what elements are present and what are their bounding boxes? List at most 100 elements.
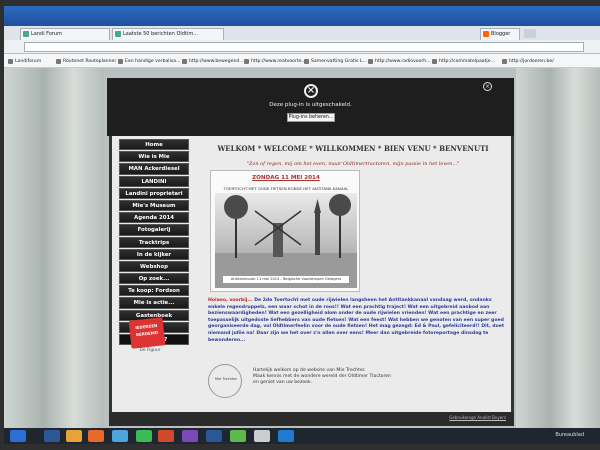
bookmark-item[interactable]: http://jordoeren.be/ (502, 57, 554, 66)
welcome-footer: Hartelijk welkom op de website van Mie T… (253, 368, 493, 386)
menu-item-webshop[interactable]: Webshop (119, 260, 189, 273)
bookmark-item[interactable]: Een handige verbalisa... (118, 57, 180, 66)
bookmark-icon (56, 59, 61, 64)
screen: Landi Forum Laatste 50 berichten Oldtim.… (4, 6, 600, 444)
menu-item-in-de-kijker[interactable]: In de kijker (119, 248, 189, 260)
logo-caption: De Figuur (139, 348, 161, 353)
bookmark-item[interactable]: http://www.radiovoorh... (368, 57, 431, 66)
photo-date: ZONDAG 11 MEI 2014 (252, 175, 320, 181)
wood-background (516, 68, 600, 428)
windows-taskbar: Bureaublad (4, 428, 600, 444)
site-page: WELKOM * WELCOME * WILLKOMMEN * BIEN VEN… (109, 136, 514, 422)
close-icon[interactable]: × (483, 82, 492, 91)
menu-item-tracktrips[interactable]: Tracktrips (119, 236, 189, 248)
new-tab-button[interactable] (524, 29, 536, 38)
tab-landi-forum[interactable]: Landi Forum (20, 28, 110, 40)
wood-background (4, 68, 104, 428)
news-lead: Hoiaoo, voorbij... (208, 298, 253, 303)
bottom-link[interactable]: Gebruikersge Analist Buyers (449, 415, 506, 420)
menu-item-museum[interactable]: Mie's Museum (119, 199, 189, 212)
menu-item-fotogalerij[interactable]: Fotogalerij (119, 224, 189, 236)
manage-plugins-button[interactable]: Plug-ins beheren... (287, 113, 335, 122)
firefox-icon[interactable] (88, 430, 104, 442)
mie-trechter-stamp: Mie Trechter (208, 364, 242, 398)
photo-banner: Antitankroute 11 mei 2014 - Belgische Vo… (223, 276, 349, 283)
bookmark-label: http://commatelpaatje... (439, 59, 495, 64)
address-bar[interactable] (24, 42, 584, 52)
monitor-bezel: Landi Forum Laatste 50 berichten Oldtim.… (0, 0, 600, 450)
bookmark-item[interactable]: http://www.bewegend... (182, 57, 244, 66)
bookmark-item[interactable]: Landiforum (8, 57, 41, 66)
app-icon[interactable] (278, 430, 294, 442)
featured-photo-card[interactable]: ZONDAG 11 MEI 2014 TOERTOCHT MET OUDE FI… (210, 170, 360, 292)
news-text: De 2de Toertocht met oude rijwielen lang… (208, 298, 505, 343)
plugin-disabled-overlay: × Deze plug-in is uitgeschakeld. Plug-in… (107, 78, 514, 136)
bookmark-icon (502, 59, 507, 64)
start-button[interactable] (10, 430, 26, 442)
tab-oldtimer[interactable]: Laatste 50 berichten Oldtim... (112, 28, 224, 40)
folder-icon[interactable] (66, 430, 82, 442)
blogger-icon (483, 31, 489, 37)
menu-item-op-zoek[interactable]: Op zoek... (119, 273, 189, 285)
bookmark-icon (244, 59, 249, 64)
site-bottom-bar: Gebruikersge Analist Buyers (109, 412, 514, 426)
windmill-photo-drawing (215, 194, 357, 288)
menu-item-wie-is-mie[interactable]: Wie is Mie (119, 151, 189, 163)
bookmark-item[interactable]: Samenvatting Gratis L... (304, 57, 367, 66)
menu-item-man-ackerdiesel[interactable]: MAN Ackerdiesel (119, 163, 189, 175)
bookmark-label: Landiforum (15, 59, 42, 64)
footer-line: en geniet van uw bezoek. (253, 380, 313, 385)
bookmark-label: http://www.reatvoorte... (251, 59, 306, 64)
welcome-heading: WELKOM * WELCOME * WILLKOMMEN * BIEN VEN… (217, 144, 489, 153)
bookmark-icon (8, 59, 13, 64)
site-quote: "Zon of regen, mij om het even, maar Old… (246, 161, 460, 167)
menu-item-home[interactable]: Home (119, 139, 189, 151)
iedereen-beroemd-logo[interactable]: IEDEREEN BEROEMD (128, 317, 166, 349)
tab-label: Landi Forum (31, 31, 63, 37)
bookmark-label: Een handige verbalisa... (125, 59, 181, 64)
app-icon[interactable] (230, 430, 246, 442)
bookmark-label: Routenet Routeplanner (63, 59, 117, 64)
tray-label[interactable]: Bureaublad (555, 432, 584, 438)
page-viewport[interactable]: × Deze plug-in is uitgeschakeld. Plug-in… (4, 68, 600, 428)
browser-toolbar (4, 40, 600, 54)
plugin-blocked-icon: × (304, 84, 318, 98)
bookmark-label: http://jordoeren.be/ (509, 59, 554, 64)
site-menu: Home Wie is Mie MAN Ackerdiesel LANDINI … (119, 139, 189, 346)
window-titlebar (4, 6, 600, 26)
bookmark-item[interactable]: http://www.reatvoorte... (244, 57, 306, 66)
menu-item-landini[interactable]: LANDINI (119, 175, 189, 187)
windmill-photo: Antitankroute 11 mei 2014 - Belgische Vo… (215, 193, 357, 288)
chrome-icon[interactable] (136, 430, 152, 442)
photo-caption: TOERTOCHT MET OUDE FIETSEN RONDE HET ANT… (223, 186, 349, 191)
bookmark-label: http://www.radiovoorh... (375, 59, 431, 64)
word-icon[interactable] (206, 430, 222, 442)
app-icon[interactable] (158, 430, 174, 442)
tab-strip: Landi Forum Laatste 50 berichten Oldtim.… (4, 26, 600, 40)
menu-item-agenda[interactable]: Agenda 2014 (119, 212, 189, 224)
app-icon[interactable] (182, 430, 198, 442)
menu-item-landini-proprietari[interactable]: Landini proprietari (119, 187, 189, 199)
bookmark-item[interactable]: Routenet Routeplanner (56, 57, 116, 66)
bookmark-label: Samenvatting Gratis L... (311, 59, 367, 64)
news-paragraph: Hoiaoo, voorbij... De 2de Toertocht met … (208, 298, 506, 344)
plugin-message: Deze plug-in is uitgeschakeld. (269, 102, 352, 108)
bookmark-label: http://www.bewegend... (189, 59, 244, 64)
bookmarks-bar: Landiforum Routenet Routeplanner Een han… (4, 54, 600, 68)
bookmark-icon (182, 59, 187, 64)
tab-favicon-icon (23, 31, 29, 37)
bookmark-icon (118, 59, 123, 64)
menu-item-mie-is-actie[interactable]: Mie is actie... (119, 297, 189, 309)
app-icon[interactable] (254, 430, 270, 442)
ie-icon[interactable] (112, 430, 128, 442)
bookmark-icon (432, 59, 437, 64)
stamp-text: Mie Trechter (214, 377, 238, 381)
bookmark-item[interactable]: http://commatelpaatje... (432, 57, 495, 66)
tab-favicon-icon (115, 31, 121, 37)
menu-item-te-koop[interactable]: Te koop: Fordson (119, 285, 189, 297)
tab-blogger[interactable]: Blogger (480, 28, 520, 40)
tab-label: Blogger (491, 31, 511, 37)
bookmark-icon (304, 59, 309, 64)
tab-label: Laatste 50 berichten Oldtim... (123, 31, 198, 37)
word-icon[interactable] (44, 430, 60, 442)
